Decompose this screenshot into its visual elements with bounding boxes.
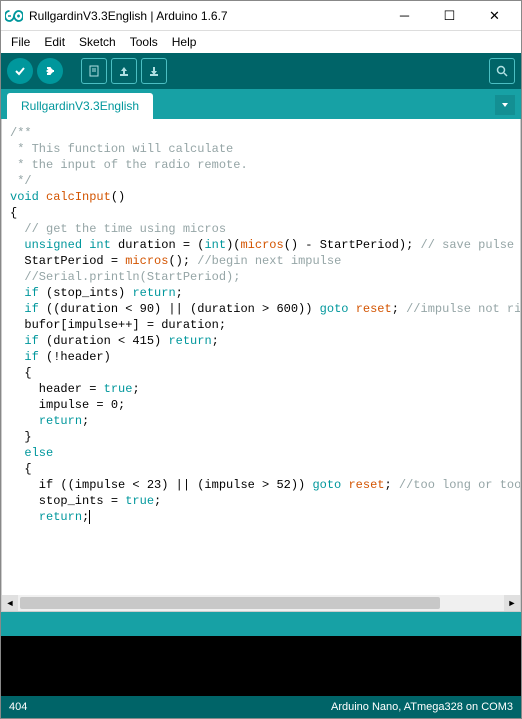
- scroll-right-button[interactable]: ►: [504, 595, 520, 611]
- code-token: void: [10, 190, 39, 204]
- code-token: goto: [312, 478, 341, 492]
- code-token: reset: [348, 478, 384, 492]
- code-token: {: [10, 462, 32, 476]
- arduino-icon: [5, 7, 23, 25]
- code-token: [348, 302, 355, 316]
- code-token: goto: [320, 302, 349, 316]
- menu-sketch[interactable]: Sketch: [73, 33, 122, 51]
- code-token: ;: [176, 286, 183, 300]
- code-token: StartPeriod =: [10, 254, 125, 268]
- verify-button[interactable]: [7, 58, 33, 84]
- editor-container: /** * This function will calculate * the…: [1, 119, 521, 612]
- code-token: if: [24, 302, 38, 316]
- code-token: return: [168, 334, 211, 348]
- code-token: {: [10, 206, 17, 220]
- code-line: /**: [10, 126, 32, 140]
- code-token: true: [125, 494, 154, 508]
- titlebar: RullgardinV3.3English | Arduino 1.6.7 ─ …: [1, 1, 521, 31]
- tab-active[interactable]: RullgardinV3.3English: [7, 93, 153, 119]
- code-token: stop_ints =: [10, 494, 125, 508]
- code-token: int: [204, 238, 226, 252]
- upload-button[interactable]: [37, 58, 63, 84]
- code-token: impulse = 0;: [10, 398, 125, 412]
- menu-help[interactable]: Help: [166, 33, 203, 51]
- horizontal-scrollbar[interactable]: ◄ ►: [2, 595, 520, 611]
- code-token: if: [24, 286, 38, 300]
- code-token: header =: [10, 382, 104, 396]
- close-button[interactable]: ✕: [472, 2, 517, 30]
- scroll-track[interactable]: [18, 595, 504, 611]
- code-token: return: [39, 414, 82, 428]
- maximize-button[interactable]: ☐: [427, 2, 472, 30]
- code-token: ;: [212, 334, 219, 348]
- code-token: () - StartPeriod);: [284, 238, 421, 252]
- code-line: */: [10, 174, 32, 188]
- code-token: micros: [240, 238, 283, 252]
- serial-monitor-button[interactable]: [489, 58, 515, 84]
- code-token: [10, 510, 39, 524]
- code-token: ;: [384, 478, 391, 492]
- status-board-info: Arduino Nano, ATmega328 on COM3: [331, 701, 513, 713]
- status-line-number: 404: [9, 701, 27, 713]
- code-token: (stop_ints): [39, 286, 133, 300]
- tabbar: RullgardinV3.3English: [1, 89, 521, 119]
- code-line: * This function will calculate: [10, 142, 233, 156]
- code-token: ;: [392, 302, 399, 316]
- save-button[interactable]: [141, 58, 167, 84]
- code-token: return: [39, 510, 82, 524]
- new-button[interactable]: [81, 58, 107, 84]
- code-token: (): [111, 190, 125, 204]
- message-bar: [1, 612, 521, 636]
- code-token: ;: [82, 414, 89, 428]
- text-cursor: [89, 510, 90, 524]
- window-title: RullgardinV3.3English | Arduino 1.6.7: [29, 9, 382, 23]
- statusbar: 404 Arduino Nano, ATmega328 on COM3: [1, 696, 521, 718]
- code-token: ((duration < 90) || (duration > 600)): [39, 302, 320, 316]
- code-editor[interactable]: /** * This function will calculate * the…: [2, 119, 520, 595]
- code-token: ;: [154, 494, 161, 508]
- code-line: //Serial.println(StartPeriod);: [10, 270, 240, 284]
- open-button[interactable]: [111, 58, 137, 84]
- code-token: //impulse not ri: [406, 302, 520, 316]
- code-token: micros: [125, 254, 168, 268]
- minimize-button[interactable]: ─: [382, 2, 427, 30]
- code-line: // get the time using micros: [10, 222, 226, 236]
- code-token: (duration < 415): [39, 334, 169, 348]
- code-token: unsigned: [24, 238, 82, 252]
- code-token: else: [24, 446, 53, 460]
- code-token: calcInput: [46, 190, 111, 204]
- code-token: {: [10, 366, 32, 380]
- code-token: duration = (: [111, 238, 205, 252]
- code-token: }: [10, 430, 32, 444]
- code-token: if ((impulse < 23) || (impulse > 52)): [10, 478, 312, 492]
- code-token: if: [24, 334, 38, 348]
- tab-menu-button[interactable]: [495, 95, 515, 115]
- code-token: //begin next impulse: [197, 254, 341, 268]
- code-token: ;: [82, 510, 89, 524]
- code-line: * the input of the radio remote.: [10, 158, 248, 172]
- menu-edit[interactable]: Edit: [38, 33, 71, 51]
- scroll-thumb[interactable]: [20, 597, 440, 609]
- window-controls: ─ ☐ ✕: [382, 2, 517, 30]
- code-token: return: [132, 286, 175, 300]
- toolbar: [1, 53, 521, 89]
- code-line: bufor[impulse++] = duration;: [10, 318, 226, 332]
- code-token: if: [24, 350, 38, 364]
- code-token: (!header): [39, 350, 111, 364]
- code-token: int: [89, 238, 111, 252]
- menubar: File Edit Sketch Tools Help: [1, 31, 521, 53]
- code-token: //too long or too: [399, 478, 520, 492]
- code-token: )(: [226, 238, 240, 252]
- code-token: true: [104, 382, 133, 396]
- code-token: reset: [356, 302, 392, 316]
- code-token: // save pulse: [421, 238, 520, 252]
- output-console[interactable]: [1, 636, 521, 696]
- scroll-left-button[interactable]: ◄: [2, 595, 18, 611]
- menu-file[interactable]: File: [5, 33, 36, 51]
- code-token: ;: [132, 382, 139, 396]
- code-token: [10, 414, 39, 428]
- code-token: ();: [168, 254, 197, 268]
- menu-tools[interactable]: Tools: [124, 33, 164, 51]
